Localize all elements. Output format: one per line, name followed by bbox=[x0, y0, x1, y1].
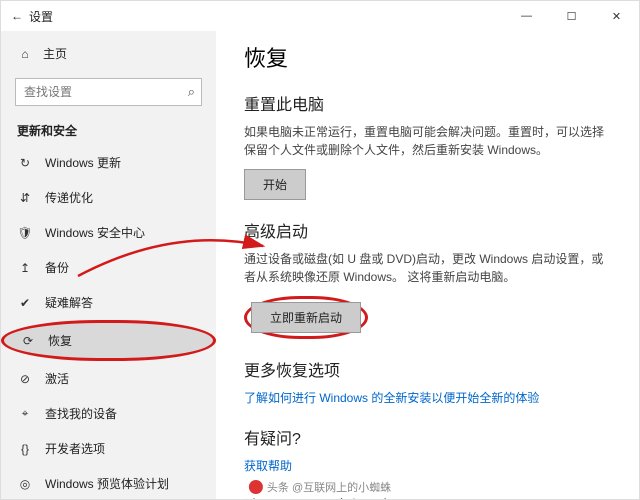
backup-icon: ↥ bbox=[17, 261, 33, 275]
section-questions-header: 有疑问? bbox=[244, 425, 611, 449]
get-help-link[interactable]: 获取帮助 bbox=[244, 459, 292, 473]
sidebar-item-label: 查找我的设备 bbox=[45, 405, 117, 422]
section-advstart-desc: 通过设备或磁盘(如 U 盘或 DVD)启动，更改 Windows 启动设置，或者… bbox=[244, 250, 604, 286]
fresh-install-link[interactable]: 了解如何进行 Windows 的全新安装以便开始全新的体验 bbox=[244, 391, 539, 405]
sidebar-item-troubleshoot[interactable]: ✔ 疑难解答 bbox=[1, 285, 216, 320]
content-area: 恢复 重置此电脑 如果电脑未正常运行，重置电脑可能会解决问题。重置时，可以选择保… bbox=[216, 31, 639, 499]
activation-icon: ⊘ bbox=[17, 372, 33, 386]
sidebar-item-label: 传递优化 bbox=[45, 189, 93, 206]
insider-icon: ◎ bbox=[17, 477, 33, 491]
sidebar-item-update[interactable]: ↻ Windows 更新 bbox=[1, 145, 216, 180]
restart-now-button[interactable]: 立即重新启动 bbox=[251, 302, 361, 333]
sidebar-item-insider[interactable]: ◎ Windows 预览体验计划 bbox=[1, 466, 216, 499]
watermark-avatar-icon bbox=[249, 480, 263, 494]
sidebar-item-label: Windows 安全中心 bbox=[45, 224, 145, 241]
section-more-header: 更多恢复选项 bbox=[244, 357, 611, 381]
watermark-text: 头条 @互联网上的小蜘蛛 bbox=[267, 479, 391, 495]
recovery-icon: ⟳ bbox=[20, 334, 36, 348]
sidebar-item-activation[interactable]: ⊘ 激活 bbox=[1, 361, 216, 396]
search-input[interactable] bbox=[15, 78, 202, 106]
location-icon: ⌖ bbox=[17, 406, 33, 421]
sidebar-home[interactable]: ⌂ 主页 bbox=[1, 35, 216, 72]
sidebar-group-header: 更新和安全 bbox=[1, 116, 216, 145]
sidebar-item-developer[interactable]: {} 开发者选项 bbox=[1, 431, 216, 466]
sidebar-item-recovery[interactable]: ⟳ 恢复 bbox=[1, 320, 216, 361]
reset-start-button[interactable]: 开始 bbox=[244, 169, 306, 200]
sidebar-item-label: 开发者选项 bbox=[45, 440, 105, 457]
sidebar-item-backup[interactable]: ↥ 备份 bbox=[1, 250, 216, 285]
sidebar-item-label: 疑难解答 bbox=[45, 294, 93, 311]
highlight-circle: 立即重新启动 bbox=[244, 296, 368, 339]
sidebar-item-label: 备份 bbox=[45, 259, 69, 276]
minimize-button[interactable]: — bbox=[504, 1, 549, 31]
sidebar: ⌂ 主页 ⌕ 更新和安全 ↻ Windows 更新 ⇵ 传递优化 🛡 Windo… bbox=[1, 31, 216, 499]
section-reset-desc: 如果电脑未正常运行，重置电脑可能会解决问题。重置时，可以选择保留个人文件或删除个… bbox=[244, 123, 604, 159]
delivery-icon: ⇵ bbox=[17, 191, 33, 205]
maximize-button[interactable]: ☐ bbox=[549, 1, 594, 31]
sidebar-item-label: Windows 更新 bbox=[45, 154, 121, 171]
section-advstart-header: 高级启动 bbox=[244, 218, 611, 242]
watermark: 头条 @互联网上的小蜘蛛 bbox=[241, 478, 399, 496]
sidebar-item-findmydevice[interactable]: ⌖ 查找我的设备 bbox=[1, 396, 216, 431]
sidebar-item-label: 恢复 bbox=[48, 332, 72, 349]
page-title: 恢复 bbox=[244, 41, 611, 73]
sidebar-item-label: 激活 bbox=[45, 370, 69, 387]
sidebar-item-label: Windows 预览体验计划 bbox=[45, 475, 169, 492]
update-icon: ↻ bbox=[17, 156, 33, 170]
window-title: 设置 bbox=[29, 8, 53, 25]
sidebar-item-label: 主页 bbox=[43, 45, 67, 62]
developer-icon: {} bbox=[17, 442, 33, 456]
troubleshoot-icon: ✔ bbox=[17, 296, 33, 310]
home-icon: ⌂ bbox=[17, 47, 33, 61]
close-button[interactable]: ✕ bbox=[594, 1, 639, 31]
sidebar-item-delivery[interactable]: ⇵ 传递优化 bbox=[1, 180, 216, 215]
section-reset-header: 重置此电脑 bbox=[244, 91, 611, 115]
back-icon[interactable]: ← bbox=[11, 9, 23, 23]
sidebar-item-security[interactable]: 🛡 Windows 安全中心 bbox=[1, 215, 216, 250]
search-icon[interactable]: ⌕ bbox=[188, 84, 195, 100]
shield-icon: 🛡 bbox=[17, 226, 33, 240]
